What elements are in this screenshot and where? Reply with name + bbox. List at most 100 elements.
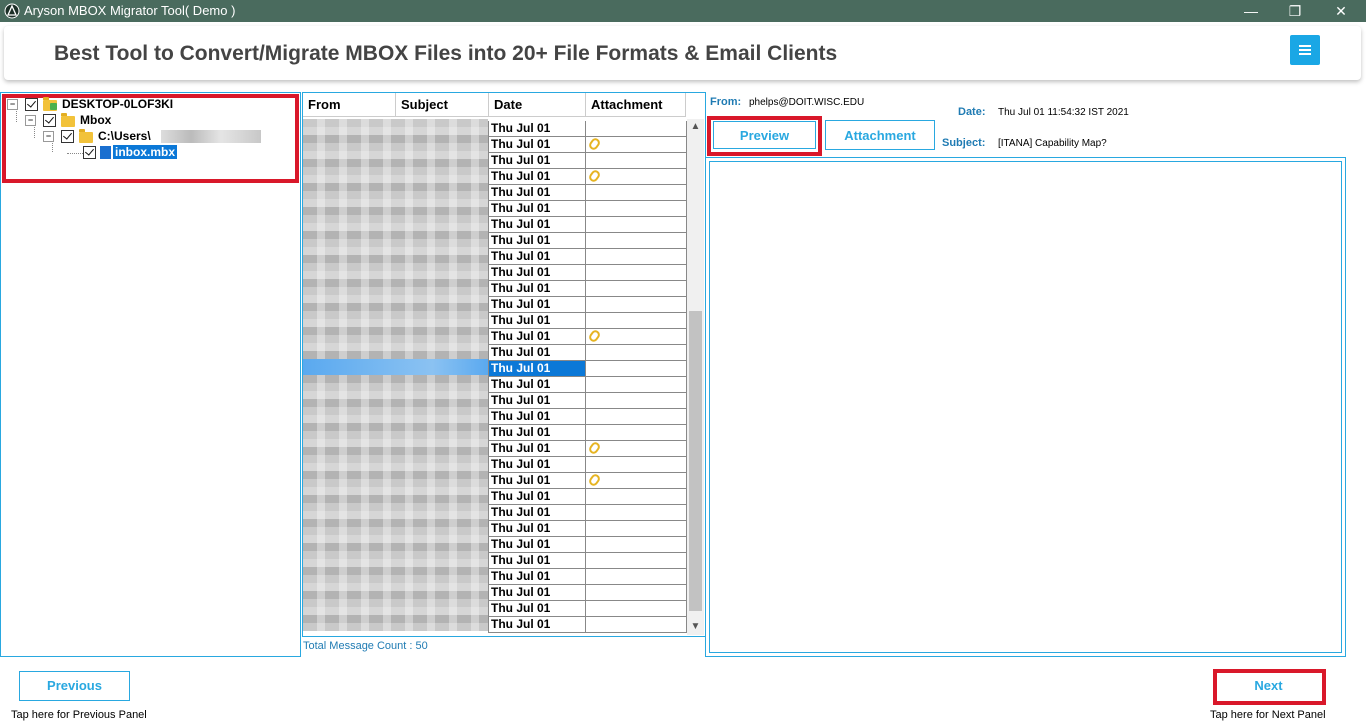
next-button[interactable]: Next [1219,673,1318,699]
message-date: Thu Jul 01 [488,249,586,264]
message-row[interactable]: Thu Jul 01 [488,345,687,361]
message-row[interactable]: Thu Jul 01 [488,617,687,633]
message-attachment-cell [586,121,687,136]
email-preview-pane [705,157,1346,657]
scroll-down-icon[interactable]: ▼ [690,621,701,633]
message-row[interactable]: Thu Jul 01 [488,409,687,425]
node-checkbox[interactable] [43,114,56,127]
node-checkbox[interactable] [61,130,74,143]
tree-node-label: Mbox [80,113,112,127]
message-date: Thu Jul 01 [488,521,586,536]
collapse-icon[interactable]: − [43,131,54,142]
message-row[interactable]: Thu Jul 01 [488,217,687,233]
minimize-button[interactable]: — [1228,0,1274,22]
message-row[interactable]: Thu Jul 01 [488,585,687,601]
scrollbar-thumb[interactable] [689,311,702,611]
paperclip-icon [587,440,602,456]
column-header-attachment[interactable]: Attachment [586,93,686,117]
message-date: Thu Jul 01 [488,233,586,248]
total-message-count: Total Message Count : 50 [303,640,428,652]
message-row[interactable]: Thu Jul 01 [488,313,687,329]
next-hint: Tap here for Next Panel [1210,709,1326,721]
message-date: Thu Jul 01 [488,137,586,152]
message-row[interactable]: Thu Jul 01 [488,457,687,473]
close-button[interactable]: ✕ [1318,0,1364,22]
message-date: Thu Jul 01 [488,201,586,216]
message-attachment-cell [586,489,687,504]
message-attachment-cell [586,537,687,552]
message-attachment-cell [586,233,687,248]
paperclip-icon [587,472,602,488]
folder-tree-panel: − DESKTOP-0LOF3KI − Mbox − C:\Users\ inb… [0,92,301,657]
message-row[interactable]: Thu Jul 01 [488,489,687,505]
message-row[interactable]: Thu Jul 01 [488,521,687,537]
date-value: Thu Jul 01 11:54:32 IST 2021 [998,107,1129,118]
message-row[interactable]: Thu Jul 01 [488,393,687,409]
message-row[interactable]: Thu Jul 01 [488,537,687,553]
message-row[interactable]: Thu Jul 01 [488,505,687,521]
vertical-scrollbar[interactable]: ▲ ▼ [687,119,704,635]
message-date: Thu Jul 01 [488,425,586,440]
node-checkbox[interactable] [25,98,38,111]
message-date: Thu Jul 01 [488,185,586,200]
message-attachment-cell [586,345,687,360]
previous-button[interactable]: Previous [19,671,130,701]
message-attachment-cell [586,153,687,168]
message-row[interactable]: Thu Jul 01 [488,377,687,393]
message-row[interactable]: Thu Jul 01 [488,136,687,153]
tab-attachment[interactable]: Attachment [825,120,935,150]
message-attachment-cell [586,281,687,296]
message-attachment-cell [586,585,687,600]
message-row[interactable]: Thu Jul 01 [488,440,687,457]
message-row[interactable]: Thu Jul 01 [488,569,687,585]
message-attachment-cell [586,601,687,616]
message-row[interactable]: Thu Jul 01 [488,297,687,313]
message-date: Thu Jul 01 [488,377,586,392]
message-row[interactable]: Thu Jul 01 [488,153,687,169]
message-date: Thu Jul 01 [488,569,586,584]
message-row[interactable]: Thu Jul 01 [488,361,687,377]
message-row[interactable]: Thu Jul 01 [488,233,687,249]
message-row[interactable]: Thu Jul 01 [488,121,687,137]
paperclip-icon [587,168,602,184]
column-header-subject[interactable]: Subject [396,93,489,117]
message-row[interactable]: Thu Jul 01 [488,249,687,265]
collapse-icon[interactable]: − [25,115,36,126]
message-date: Thu Jul 01 [488,361,586,376]
scroll-up-icon[interactable]: ▲ [690,121,701,133]
folder-icon [79,129,93,143]
message-date: Thu Jul 01 [488,121,586,136]
message-row[interactable]: Thu Jul 01 [488,472,687,489]
redacted-path [161,130,261,143]
message-row[interactable]: Thu Jul 01 [488,265,687,281]
tab-preview[interactable]: Preview [713,121,816,149]
message-list-panel: From Subject Date Attachment Thu Jul 01 T… [302,92,706,637]
message-row[interactable]: Thu Jul 01 [488,168,687,185]
message-date: Thu Jul 01 [488,457,586,472]
message-attachment-cell [586,249,687,264]
message-row[interactable]: Thu Jul 01 [488,185,687,201]
message-row[interactable]: Thu Jul 01 [488,425,687,441]
message-attachment-cell [586,168,687,184]
node-checkbox[interactable] [83,146,96,159]
title-bar: Aryson MBOX Migrator Tool( Demo ) — ❐ ✕ [0,0,1366,22]
message-row[interactable]: Thu Jul 01 [488,601,687,617]
message-attachment-cell [586,217,687,232]
message-date: Thu Jul 01 [488,345,586,360]
message-row[interactable]: Thu Jul 01 [488,328,687,345]
email-body [709,161,1342,653]
message-date: Thu Jul 01 [488,313,586,328]
message-row[interactable]: Thu Jul 01 [488,281,687,297]
message-attachment-cell [586,569,687,584]
message-attachment-cell [586,617,687,632]
column-header-date[interactable]: Date [489,93,586,117]
message-row[interactable]: Thu Jul 01 [488,201,687,217]
maximize-button[interactable]: ❐ [1272,0,1318,22]
message-attachment-cell [586,185,687,200]
window-title: Aryson MBOX Migrator Tool( Demo ) [24,3,236,18]
from-label: From: [710,96,742,108]
menu-button[interactable] [1290,35,1320,65]
collapse-icon[interactable]: − [7,99,18,110]
column-header-from[interactable]: From [303,93,396,117]
message-row[interactable]: Thu Jul 01 [488,553,687,569]
